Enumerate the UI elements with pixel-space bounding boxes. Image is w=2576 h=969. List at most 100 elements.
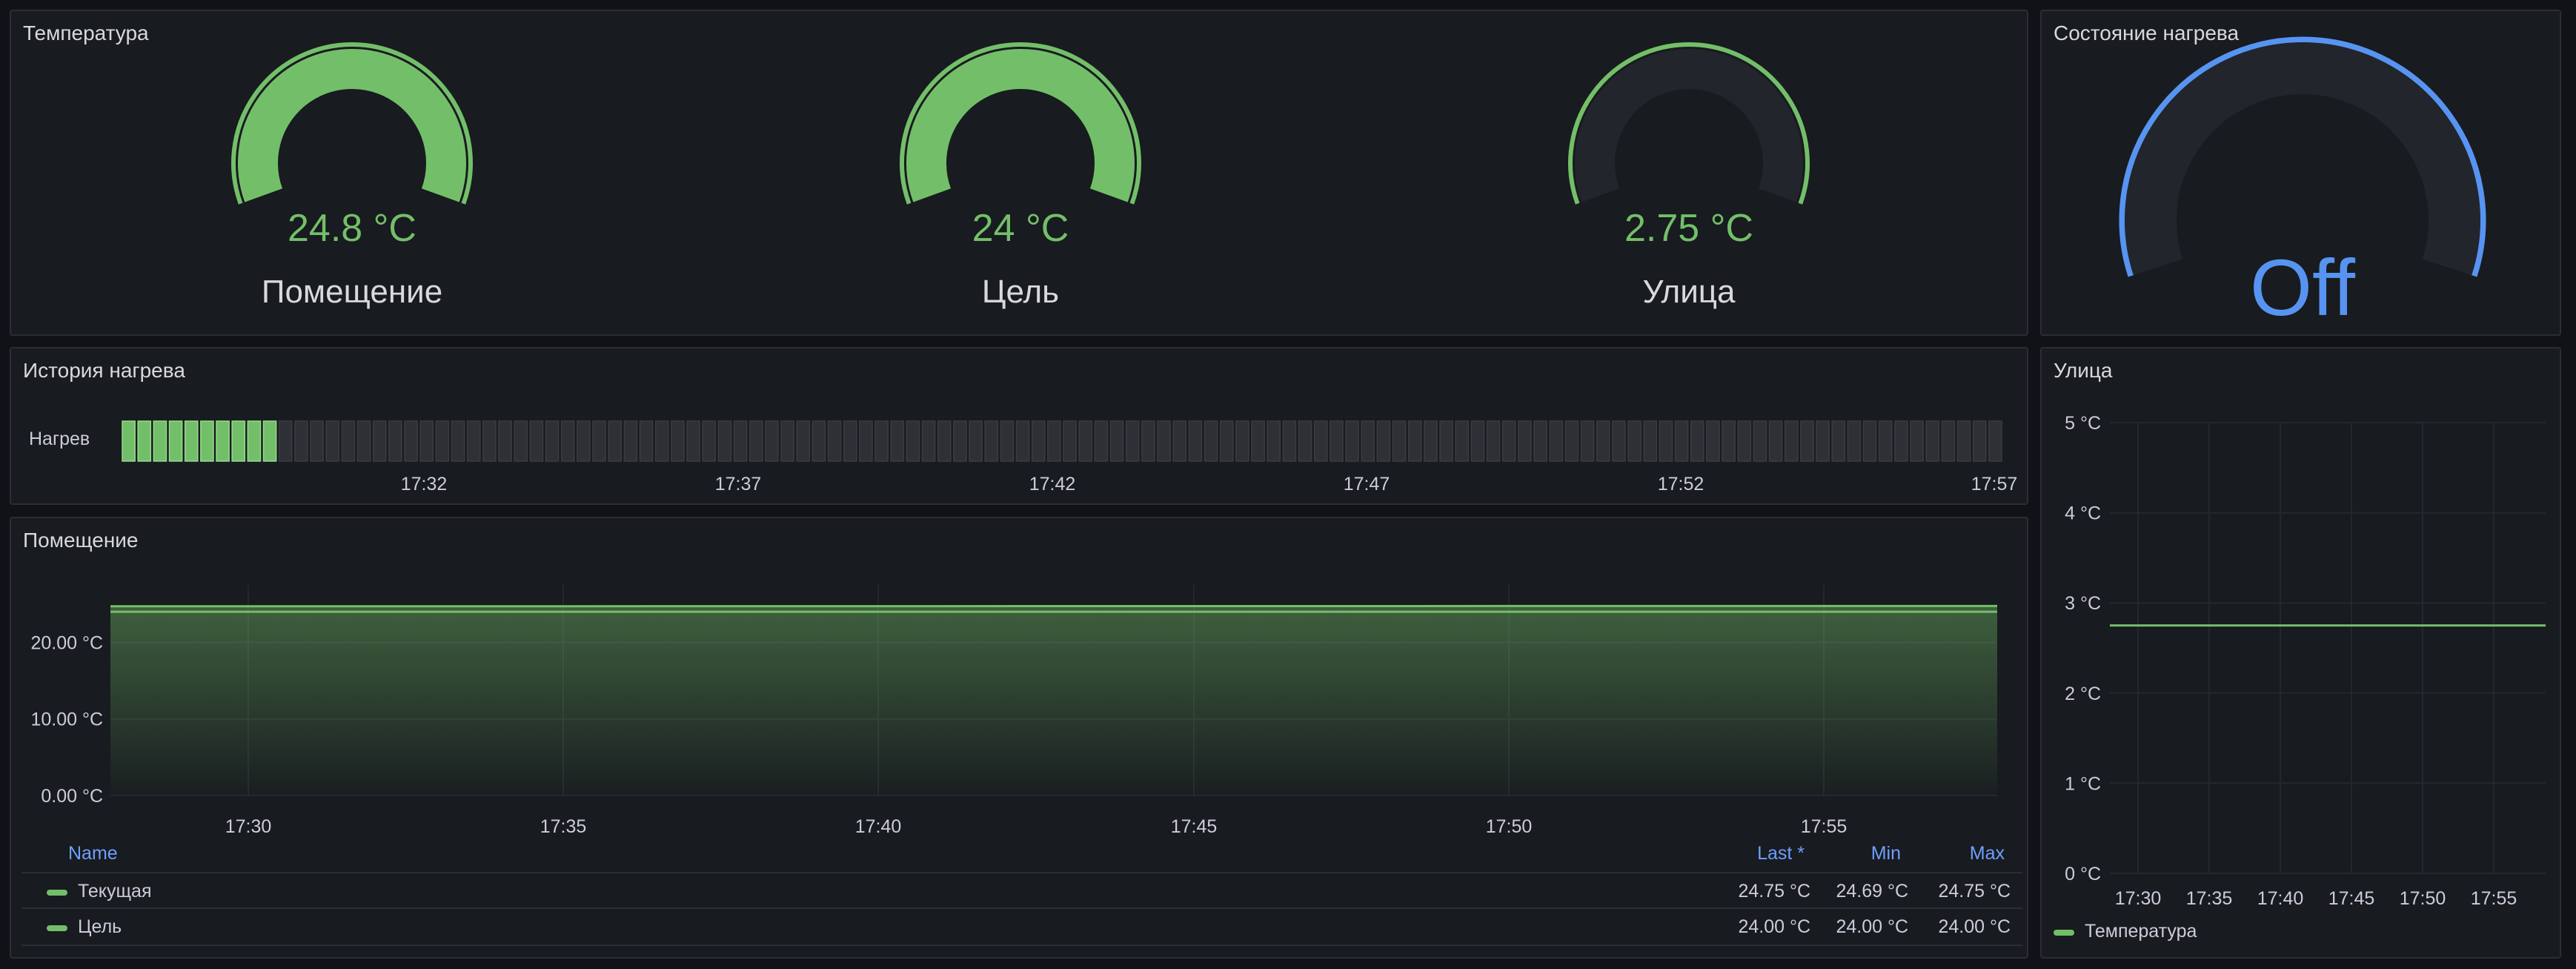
legend-row[interactable]: Текущая 24.75 °C 24.69 °C 24.75 °C [21, 872, 2022, 909]
state-segment [356, 420, 371, 462]
state-segment [780, 420, 794, 462]
state-gauge-svg: Off [2119, 36, 2486, 332]
state-segment [262, 420, 277, 462]
gauge-value: 24 °C [972, 207, 1069, 250]
state-segment [1627, 420, 1641, 462]
heating-history-panel: История нагрева Нагрев 17:32 17:37 17:42 17… [10, 347, 2028, 505]
legend-last: 24.75 °C [1738, 881, 1810, 902]
x-tick-label: 17:50 [2400, 888, 2446, 909]
state-segment [984, 420, 999, 462]
x-tick-label: 17:45 [1171, 816, 1218, 837]
legend-row[interactable]: Цель 24.00 °C 24.00 °C 24.00 °C [21, 907, 2022, 946]
state-segment [1313, 420, 1328, 462]
state-segment [1737, 420, 1752, 462]
heating-state-panel: Состояние нагрева Off [2040, 10, 2561, 336]
y-tick-label: 0 °C [2065, 864, 2101, 884]
state-segment [466, 420, 481, 462]
state-segment [372, 420, 387, 462]
y-tick-label: 2 °C [2065, 684, 2101, 704]
state-segment [592, 420, 606, 462]
y-tick-label: 20.00 °C [30, 632, 103, 653]
state-track [2125, 42, 2480, 276]
state-segment [1831, 420, 1846, 462]
state-segment [1172, 420, 1187, 462]
state-segment [1690, 420, 1704, 462]
state-segment [1564, 420, 1579, 462]
state-segment [1282, 420, 1297, 462]
x-tick-label: 17:30 [2115, 888, 2162, 909]
state-segment [1330, 420, 1344, 462]
state-segment [529, 420, 544, 462]
area-fill [110, 606, 1997, 796]
legend-item[interactable]: Температура [2054, 919, 2350, 946]
state-segment [216, 420, 230, 462]
gauge-label: Цель [982, 274, 1059, 310]
state-segment [1722, 420, 1736, 462]
state-segment [310, 420, 324, 462]
state-segment [953, 420, 967, 462]
x-tick-label: 17:47 [1344, 474, 1390, 495]
state-segment [1674, 420, 1689, 462]
x-tick-label: 17:52 [1658, 474, 1704, 495]
state-segment [639, 420, 654, 462]
y-tick-label: 4 °C [2065, 503, 2101, 524]
state-segment [341, 420, 356, 462]
legend-header-last[interactable]: Last * [1757, 843, 1805, 864]
gauge-label: Помещение [262, 274, 442, 310]
series-swatch [2054, 930, 2074, 936]
state-segment [1361, 420, 1375, 462]
gauge-fill [906, 49, 1135, 202]
state-segment [1424, 420, 1438, 462]
state-segment [294, 420, 308, 462]
gauge-track [1575, 49, 1803, 202]
state-segment [1768, 420, 1783, 462]
state-segment [654, 420, 669, 462]
state-segment [1141, 420, 1155, 462]
gauge: 2.75 °C Улица [1568, 42, 1810, 310]
legend-last: 24.00 °C [1738, 916, 1810, 937]
x-tick-label: 17:40 [2257, 888, 2304, 909]
x-tick-label: 17:55 [2471, 888, 2517, 909]
legend-max: 24.75 °C [1938, 881, 2011, 902]
state-segment [969, 420, 983, 462]
state-segment [1219, 420, 1234, 462]
state-segment [1988, 420, 2002, 462]
state-segment [1439, 420, 1453, 462]
state-segment [717, 420, 732, 462]
state-segment [278, 420, 293, 462]
x-tick-label: 17:37 [715, 474, 762, 495]
state-segment [1031, 420, 1046, 462]
state-segment [1612, 420, 1626, 462]
state-segment [1047, 420, 1061, 462]
state-segment [733, 420, 748, 462]
state-segment [827, 420, 842, 462]
legend-header-min[interactable]: Min [1871, 843, 1901, 864]
state-segment [1188, 420, 1203, 462]
state-segment [1941, 420, 1956, 462]
history-timeline-svg: 17:32 17:37 17:42 17:47 17:52 17:57 [122, 420, 2018, 495]
state-segment [1125, 420, 1140, 462]
state-segment [1251, 420, 1265, 462]
state-segment [1298, 420, 1312, 462]
x-tick-label: 17:57 [1971, 474, 2018, 495]
state-segment [702, 420, 717, 462]
state-segment [811, 420, 826, 462]
state-segment [1094, 420, 1109, 462]
legend-header-max[interactable]: Max [1970, 843, 2005, 864]
state-segment [1470, 420, 1485, 462]
legend-header-name[interactable]: Name [68, 843, 118, 864]
legend-series-name: Цель [78, 916, 122, 937]
state-segment [419, 420, 434, 462]
state-segment [1847, 420, 1862, 462]
state-segment [843, 420, 857, 462]
state-segment [1894, 420, 1908, 462]
state-segment [1015, 420, 1030, 462]
state-segment [231, 420, 246, 462]
state-segment [1501, 420, 1516, 462]
room-chart-svg: 20.00 °C 10.00 °C 0.00 °C 17:30 17:35 17:40 17… [30, 585, 1997, 837]
state-segment [1956, 420, 1971, 462]
state-segment [122, 420, 136, 462]
gauge-value: 24.8 °C [288, 207, 416, 250]
state-segment [1407, 420, 1422, 462]
room-panel: Помещение 20.00 °C 10.00 °C 0.00 °C 17:30 17… [10, 517, 2028, 959]
